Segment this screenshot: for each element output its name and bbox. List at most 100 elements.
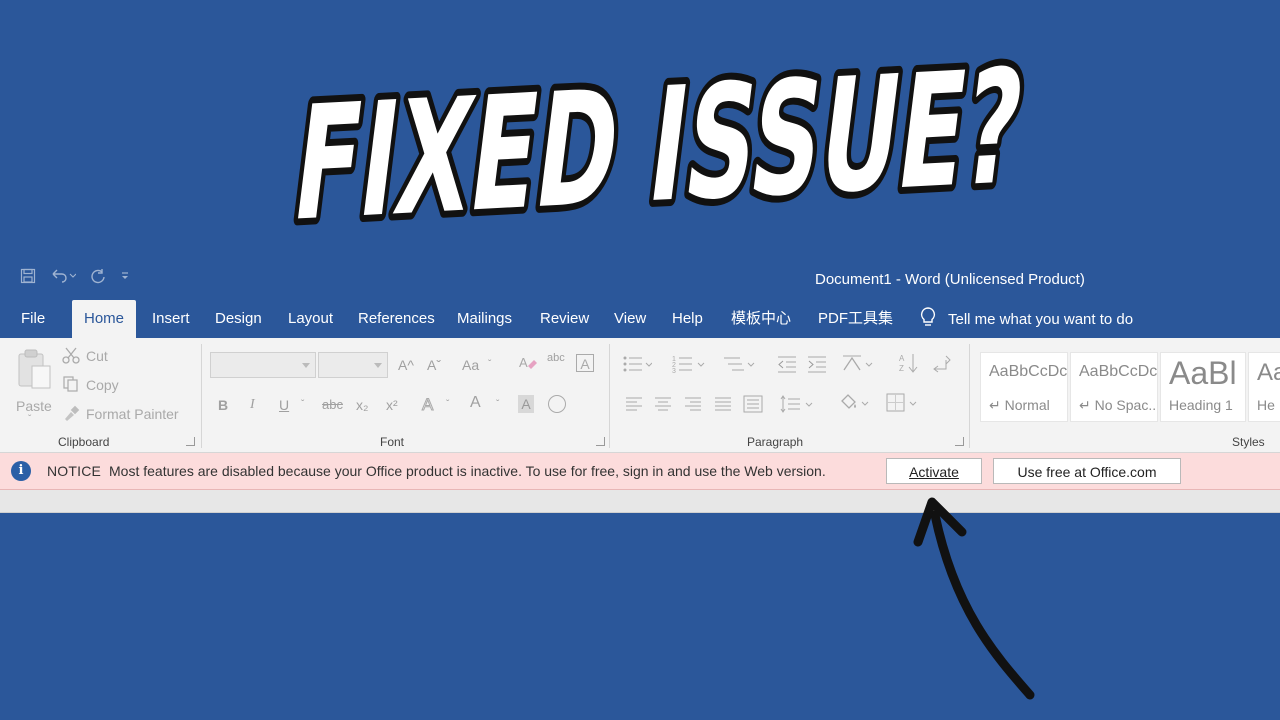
headline-text: FIXED ISSUE? <box>285 34 1033 256</box>
tab-design[interactable]: Design <box>215 300 262 338</box>
tab-review[interactable]: Review <box>540 300 589 338</box>
style-sample: AaBl <box>1169 355 1237 391</box>
tab-pdf-tools[interactable]: PDF工具集 <box>818 300 893 338</box>
svg-text:3: 3 <box>672 368 676 374</box>
style-sample: AaBbCcDc <box>989 363 1068 380</box>
font-launcher-icon[interactable] <box>596 437 605 446</box>
subscript-button[interactable]: x₂ <box>356 396 368 414</box>
tab-home[interactable]: Home <box>72 300 137 338</box>
cut-label: Cut <box>86 348 108 364</box>
redo-icon[interactable] <box>90 268 106 284</box>
show-marks-icon[interactable] <box>932 352 954 374</box>
asian-layout-icon[interactable] <box>842 354 876 374</box>
tab-insert[interactable]: Insert <box>152 300 190 338</box>
paintbrush-icon <box>65 405 80 421</box>
paragraph-launcher-icon[interactable] <box>955 437 964 446</box>
paste-label: Paste <box>16 398 52 414</box>
headline-graphic: FIXED ISSUE? <box>278 27 1040 260</box>
text-effects-dropdown-icon[interactable]: ˇ <box>446 396 449 414</box>
format-painter-label: Format Painter <box>86 406 179 422</box>
highlight-dropdown-icon[interactable]: ˇ <box>496 396 499 414</box>
svg-text:A: A <box>899 354 905 363</box>
styles-group-label: Styles <box>1232 435 1265 449</box>
style-name: ↵ Normal <box>989 397 1050 413</box>
tab-layout[interactable]: Layout <box>288 300 333 338</box>
tab-help[interactable]: Help <box>672 300 703 338</box>
customize-qat-icon[interactable] <box>120 270 130 282</box>
lightbulb-icon <box>918 306 938 332</box>
decrease-indent-icon[interactable] <box>776 354 798 374</box>
sort-icon[interactable]: AZ <box>898 352 920 374</box>
tab-references[interactable]: References <box>358 300 435 338</box>
clipboard-group-label: Clipboard <box>58 435 110 449</box>
paragraph-group: 123 AZ Paragraph <box>610 338 968 452</box>
shading-icon[interactable] <box>838 393 872 413</box>
svg-text:A: A <box>519 355 528 370</box>
paste-button[interactable]: Paste ˇ <box>10 346 54 426</box>
clipboard-launcher-icon[interactable] <box>186 437 195 446</box>
headline-overlay: FIXED ISSUE? <box>0 0 1280 260</box>
copy-button[interactable]: Copy <box>62 375 182 395</box>
format-painter-button[interactable]: Format Painter <box>62 404 192 424</box>
bold-button[interactable]: B <box>218 396 228 414</box>
grow-font-icon[interactable]: A^ <box>398 356 414 374</box>
copy-label: Copy <box>86 377 119 393</box>
text-effects-abc-icon[interactable]: abc <box>547 352 565 364</box>
bullets-icon[interactable] <box>622 354 652 374</box>
align-center-icon[interactable] <box>653 395 673 413</box>
increase-indent-icon[interactable] <box>806 354 828 374</box>
clipboard-icon <box>18 349 51 389</box>
font-size-combo[interactable] <box>318 352 388 378</box>
numbering-icon[interactable]: 123 <box>672 354 706 374</box>
style-no-spacing[interactable]: AaBbCcDc ↵ No Spac... <box>1070 352 1158 422</box>
quick-access-toolbar <box>20 268 130 284</box>
change-case-icon[interactable]: Aa <box>462 356 479 374</box>
multilevel-list-icon[interactable] <box>722 354 756 374</box>
underline-button[interactable]: U <box>279 396 289 414</box>
strikethrough-button[interactable]: abc <box>322 396 343 414</box>
tab-view[interactable]: View <box>614 300 646 338</box>
style-heading-1[interactable]: AaBl Heading 1 <box>1160 352 1246 422</box>
font-color-icon[interactable]: A <box>518 395 534 413</box>
line-spacing-icon[interactable] <box>780 395 814 413</box>
change-case-dropdown-icon[interactable]: ˇ <box>488 356 491 374</box>
styles-group: AaBbCcDc ↵ Normal AaBbCcDc ↵ No Spac... … <box>970 338 1280 452</box>
text-effects-icon[interactable]: A <box>420 394 440 419</box>
style-name: He <box>1257 397 1275 413</box>
align-left-icon[interactable] <box>624 395 644 413</box>
justify-icon[interactable] <box>713 395 733 413</box>
underline-dropdown-icon[interactable]: ˇ <box>301 396 304 414</box>
svg-text:Z: Z <box>899 364 904 373</box>
style-normal[interactable]: AaBbCcDc ↵ Normal <box>980 352 1068 422</box>
character-border-icon[interactable]: A <box>576 354 594 372</box>
font-name-combo[interactable] <box>210 352 316 378</box>
notice-label: NOTICE <box>47 463 102 479</box>
superscript-button[interactable]: x² <box>386 396 398 414</box>
arrow-icon <box>913 497 1035 700</box>
clipboard-group: Paste ˇ Cut Copy Format Painter Clipboar… <box>0 338 200 452</box>
notice-bar: i NOTICE Most features are disabled beca… <box>0 453 1280 490</box>
style-sample: Aa <box>1257 359 1280 386</box>
tab-file[interactable]: File <box>21 300 45 338</box>
shrink-font-icon[interactable]: Aˇ <box>427 356 441 374</box>
tab-mailings[interactable]: Mailings <box>457 300 512 338</box>
borders-icon[interactable] <box>886 393 920 413</box>
pointer-arrow <box>880 480 1060 710</box>
clear-formatting-icon[interactable]: A <box>518 354 538 379</box>
align-right-icon[interactable] <box>683 395 703 413</box>
distributed-icon[interactable] <box>743 395 763 413</box>
ribbon: Paste ˇ Cut Copy Format Painter Clipboar… <box>0 338 1280 453</box>
save-icon[interactable] <box>20 268 36 284</box>
tell-me-box[interactable]: Tell me what you want to do <box>918 300 1133 338</box>
undo-icon[interactable] <box>50 268 76 284</box>
paragraph-group-label: Paragraph <box>747 435 804 449</box>
enclose-characters-icon[interactable] <box>548 395 566 413</box>
cut-button[interactable]: Cut <box>62 346 182 366</box>
tab-template-center[interactable]: 模板中心 <box>731 300 791 338</box>
highlight-color-icon[interactable]: A <box>470 394 481 412</box>
paste-dropdown-icon: ˇ <box>28 414 32 425</box>
font-group-label: Font <box>380 435 405 449</box>
svg-text:A: A <box>422 395 434 414</box>
style-heading-2[interactable]: Aa He <box>1248 352 1280 422</box>
italic-button[interactable]: I <box>250 396 255 414</box>
